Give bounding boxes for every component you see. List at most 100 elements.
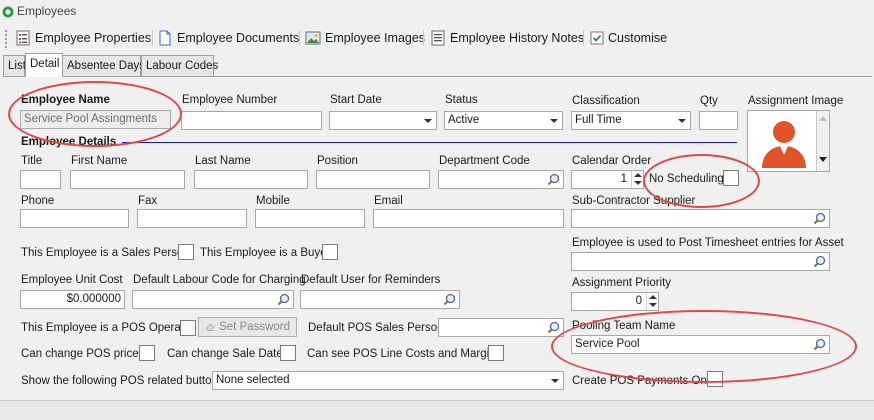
pos-buttons-value: None selected [216,374,290,386]
assignment-image-box[interactable] [747,110,830,172]
qty-field[interactable] [699,111,738,130]
default-labour-label: Default Labour Code for Charging [133,274,306,286]
phone-field[interactable] [20,209,129,228]
buyer-label: This Employee is a Buyer [200,247,331,259]
classification-value: Full Time [575,114,622,126]
toolbar-separator [583,30,584,46]
asset-timesheet-field[interactable] [571,252,830,271]
search-icon[interactable] [813,212,826,225]
employee-name-field[interactable]: Service Pool Assingments [20,110,171,129]
email-field[interactable] [373,209,564,228]
fax-field[interactable] [137,209,247,228]
search-icon[interactable] [547,321,560,334]
image-scrollbar[interactable] [816,111,829,171]
pos-operator-checkbox[interactable] [180,320,196,336]
stepper-down-icon[interactable] [647,301,658,309]
tab-labour-codes[interactable]: Labour Codes [141,55,218,76]
tab-list[interactable]: List [3,55,26,76]
default-labour-field[interactable] [132,290,294,309]
employee-number-label: Employee Number [182,94,278,106]
stepper-up-icon[interactable] [632,171,643,179]
department-code-field[interactable] [438,170,564,189]
see-pos-line-costs-checkbox[interactable] [488,345,504,361]
subcontractor-field[interactable] [571,209,830,228]
employee-name-label: Employee Name [21,94,110,106]
last-name-label: Last Name [195,155,251,167]
title-field[interactable] [20,170,61,189]
window-title: Employees [17,4,77,18]
classification-select[interactable]: Full Time [571,111,691,130]
last-name-field[interactable] [194,170,308,189]
employee-properties-label: Employee Properties [35,31,152,45]
search-icon[interactable] [813,255,826,268]
default-user-field[interactable] [300,290,460,309]
subcontractor-label: Sub-Contractor Supplier [572,195,696,207]
toolbar-separator [423,30,424,46]
buyer-checkbox[interactable] [322,244,338,260]
mobile-label: Mobile [256,195,290,207]
status-strip [0,400,874,420]
assignment-priority-stepper[interactable]: 0 [571,292,659,311]
classification-label: Classification [572,95,640,107]
scroll-down-icon[interactable] [819,157,827,162]
tab-absentee-days-label: Absentee Days [67,60,145,72]
first-name-field[interactable] [70,170,185,189]
see-pos-line-costs-label: Can see POS Line Costs and Margins [307,348,502,360]
start-date-field[interactable] [329,111,437,130]
unit-cost-value: $0.000000 [66,293,121,305]
scroll-up-icon[interactable] [819,116,827,121]
employee-number-field[interactable] [181,111,322,130]
default-pos-sales-field[interactable] [438,318,564,337]
no-scheduling-checkbox[interactable] [723,170,739,186]
stepper-buttons[interactable] [646,293,658,310]
change-pos-prices-checkbox[interactable] [139,345,155,361]
search-icon[interactable] [547,173,560,186]
position-field[interactable] [316,170,430,189]
create-pos-payments-checkbox[interactable] [707,371,723,387]
unit-cost-field[interactable]: $0.000000 [20,290,125,309]
default-user-label: Default User for Reminders [301,274,441,286]
chevron-down-icon[interactable] [546,112,562,129]
pos-buttons-select[interactable]: None selected [212,371,564,390]
employee-history-notes-label: Employee History Notes [450,31,585,45]
properties-icon [16,30,30,46]
sales-person-label: This Employee is a Sales Person [21,247,190,259]
assignment-image-label: Assignment Image [748,95,844,107]
change-sale-date-label: Can change Sale Date [167,348,283,360]
section-divider [122,142,737,143]
search-icon[interactable] [813,338,826,351]
employee-documents-button[interactable]: Employee Documents [157,28,299,48]
mobile-field[interactable] [255,209,365,228]
employee-images-label: Employee Images [325,31,426,45]
search-icon[interactable] [277,293,290,306]
document-icon [159,30,171,46]
sales-person-checkbox[interactable] [178,244,194,260]
tab-detail[interactable]: Detail [25,53,63,77]
tab-absentee-days[interactable]: Absentee Days [62,55,145,76]
set-password-label: Set Password [219,321,290,333]
stepper-down-icon[interactable] [632,179,643,187]
position-label: Position [317,155,358,167]
status-select[interactable]: Active [444,111,563,130]
search-icon[interactable] [443,293,456,306]
customise-button[interactable]: Customise [590,28,667,48]
assignment-priority-label: Assignment Priority [572,277,672,289]
tab-labour-codes-label: Labour Codes [146,60,219,72]
stepper-up-icon[interactable] [647,293,658,301]
tab-detail-label: Detail [30,58,60,70]
pooling-team-field[interactable]: Service Pool [571,335,830,354]
asset-timesheet-label: Employee is used to Post Timesheet entri… [572,237,844,249]
title-bar: Employees [0,0,874,24]
employee-history-notes-button[interactable]: Employee History Notes [430,28,584,48]
employee-properties-button[interactable]: Employee Properties [15,28,151,48]
change-sale-date-checkbox[interactable] [280,345,296,361]
calendar-order-stepper[interactable]: 1 [571,170,644,189]
chevron-down-icon[interactable] [547,372,563,389]
stepper-buttons[interactable] [631,171,643,188]
employee-images-button[interactable]: Employee Images [305,28,425,48]
chevron-down-icon[interactable] [420,112,436,129]
chevron-down-icon[interactable] [674,112,690,129]
set-password-button[interactable]: Set Password [198,317,297,337]
calendar-order-label: Calendar Order [572,155,652,167]
qty-label: Qty [700,95,718,107]
